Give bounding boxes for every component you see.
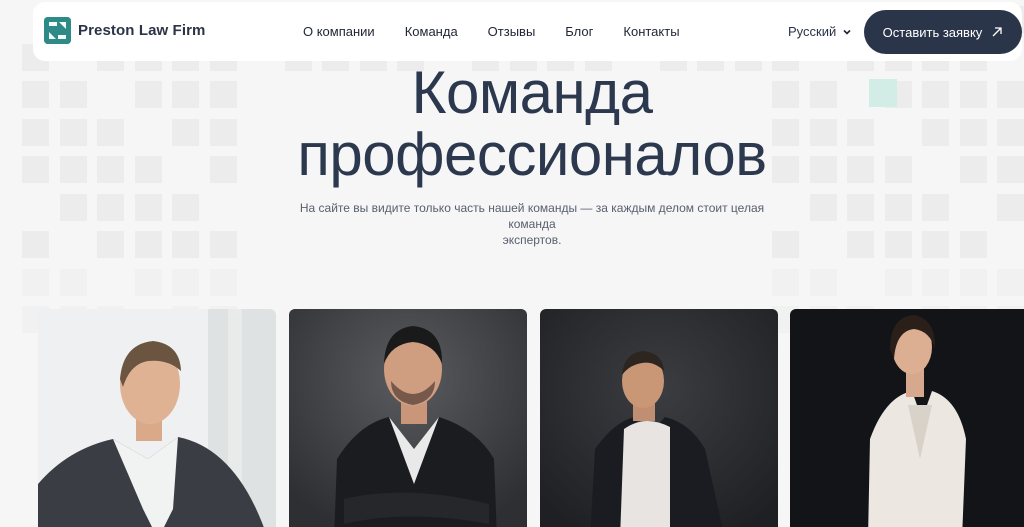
team-member-photo-1 bbox=[38, 309, 276, 527]
decorative-square bbox=[959, 231, 987, 258]
decorative-square bbox=[922, 193, 949, 221]
team-member-photo-3 bbox=[540, 309, 778, 527]
decorative-square bbox=[959, 268, 987, 296]
decorative-square bbox=[922, 268, 949, 296]
team-member-card-1[interactable] bbox=[38, 309, 276, 527]
decorative-square bbox=[172, 193, 199, 221]
chevron-down-icon bbox=[843, 29, 851, 35]
decorative-square bbox=[922, 231, 949, 258]
language-selector[interactable]: Русский bbox=[788, 24, 852, 39]
decorative-square bbox=[97, 193, 124, 221]
nav-item-contacts[interactable]: Контакты bbox=[623, 24, 679, 39]
site-header: Preston Law Firm О компании Команда Отзы… bbox=[33, 2, 1022, 61]
decorative-square bbox=[134, 231, 162, 258]
decorative-square bbox=[847, 193, 874, 221]
main-nav: О компании Команда Отзывы Блог Контакты bbox=[303, 24, 710, 39]
team-member-photo-2 bbox=[289, 309, 527, 527]
submit-request-button[interactable]: Оставить заявку bbox=[864, 10, 1022, 54]
arrow-up-right-icon bbox=[992, 27, 1002, 37]
decorative-square bbox=[97, 231, 124, 258]
nav-item-about[interactable]: О компании bbox=[303, 24, 375, 39]
decorative-square bbox=[59, 193, 87, 221]
team-member-photo-4 bbox=[790, 309, 1024, 527]
logo[interactable]: Preston Law Firm bbox=[44, 17, 205, 44]
decorative-square bbox=[809, 268, 837, 296]
page-title-line-2: профессионалов bbox=[297, 121, 767, 188]
page-subtitle: На сайте вы видите только часть нашей ко… bbox=[292, 200, 772, 248]
decorative-square bbox=[209, 231, 237, 258]
decorative-square bbox=[884, 193, 912, 221]
decorative-square bbox=[809, 193, 837, 221]
decorative-square bbox=[22, 268, 49, 296]
decorative-square bbox=[884, 268, 912, 296]
page-title: Команда профессионалов bbox=[0, 62, 1024, 186]
nav-item-team[interactable]: Команда bbox=[405, 24, 458, 39]
nav-item-blog[interactable]: Блог bbox=[565, 24, 593, 39]
decorative-square bbox=[884, 231, 912, 258]
team-member-card-4[interactable] bbox=[790, 309, 1024, 527]
submit-request-label: Оставить заявку bbox=[882, 24, 983, 40]
decorative-square bbox=[772, 231, 799, 258]
team-member-card-2[interactable] bbox=[289, 309, 527, 527]
brand-name: Preston Law Firm bbox=[78, 22, 206, 39]
page-subtitle-line-2: экспертов. bbox=[502, 233, 562, 247]
decorative-square bbox=[134, 193, 162, 221]
nav-item-reviews[interactable]: Отзывы bbox=[488, 24, 536, 39]
language-label: Русский bbox=[788, 24, 837, 39]
decorative-square bbox=[134, 268, 162, 296]
logo-mark-icon bbox=[44, 17, 71, 44]
decorative-square bbox=[847, 231, 874, 258]
decorative-square bbox=[772, 268, 799, 296]
page-title-line-1: Команда bbox=[411, 59, 653, 126]
decorative-square bbox=[22, 231, 49, 258]
team-member-card-3[interactable] bbox=[540, 309, 778, 527]
decorative-square bbox=[209, 268, 237, 296]
decorative-square bbox=[59, 268, 87, 296]
decorative-square bbox=[172, 268, 199, 296]
decorative-square bbox=[172, 231, 199, 258]
decorative-square bbox=[997, 268, 1024, 296]
decorative-square bbox=[997, 193, 1024, 221]
page-subtitle-line-1: На сайте вы видите только часть нашей ко… bbox=[299, 201, 765, 231]
